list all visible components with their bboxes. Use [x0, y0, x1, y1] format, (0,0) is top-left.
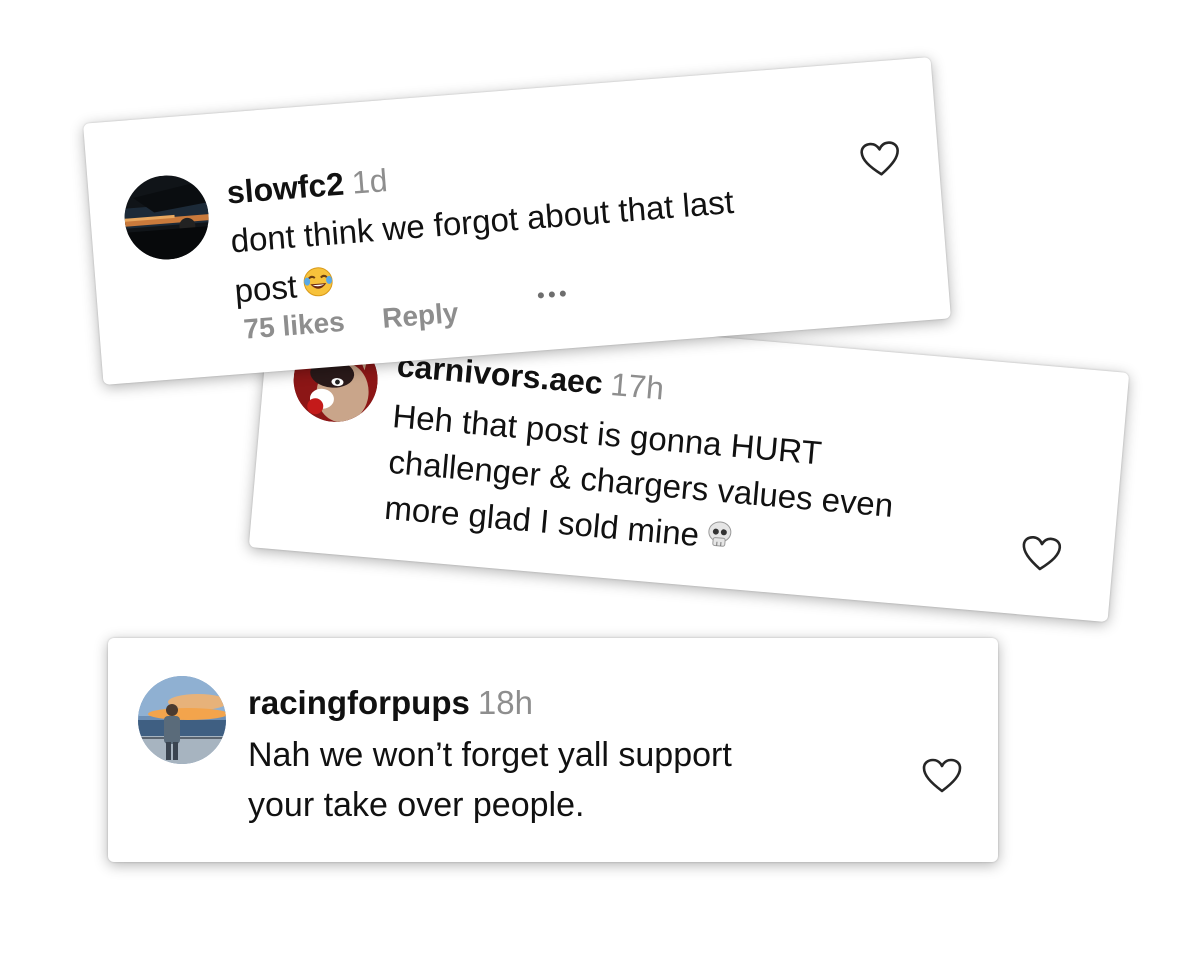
comment-headline: slowfc2 1d: [225, 162, 389, 211]
reply-button[interactable]: Reply: [381, 297, 460, 335]
more-options-icon[interactable]: [537, 290, 567, 299]
comment-text: Nah we won’t forget yall support your ta…: [248, 730, 732, 830]
timestamp: 17h: [609, 365, 666, 407]
username[interactable]: racingforpups: [248, 684, 470, 721]
comment-card-racingforpups: racingforpups 18h Nah we won’t forget yal…: [108, 638, 998, 862]
comment-headline: racingforpups 18h: [248, 686, 533, 719]
like-heart-icon[interactable]: [922, 758, 962, 794]
sunset-person-avatar-icon: [138, 676, 226, 764]
comment-line: Nah we won’t forget yall support: [248, 736, 732, 774]
joy-emoji-icon: [301, 261, 337, 313]
likes-count[interactable]: 75 likes: [242, 306, 345, 346]
comment-text: Heh that post is gonna HURT challenger &…: [382, 393, 899, 577]
skull-emoji-icon: [703, 515, 737, 563]
night-car-photo-avatar-icon: [121, 172, 212, 263]
like-heart-icon[interactable]: [859, 140, 902, 179]
avatar[interactable]: [121, 172, 212, 263]
comment-card-slowfc2: slowfc2 1d dont think we forgot about tha…: [83, 57, 951, 385]
avatar[interactable]: [138, 676, 226, 764]
timestamp: 18h: [477, 684, 533, 721]
timestamp: 1d: [350, 162, 389, 201]
username[interactable]: slowfc2: [225, 166, 345, 211]
comment-line: your take over people.: [248, 786, 585, 824]
comment-collage: carnivors.aec 17h Heh that post is gonna …: [0, 0, 1200, 960]
like-heart-icon[interactable]: [1020, 534, 1063, 573]
